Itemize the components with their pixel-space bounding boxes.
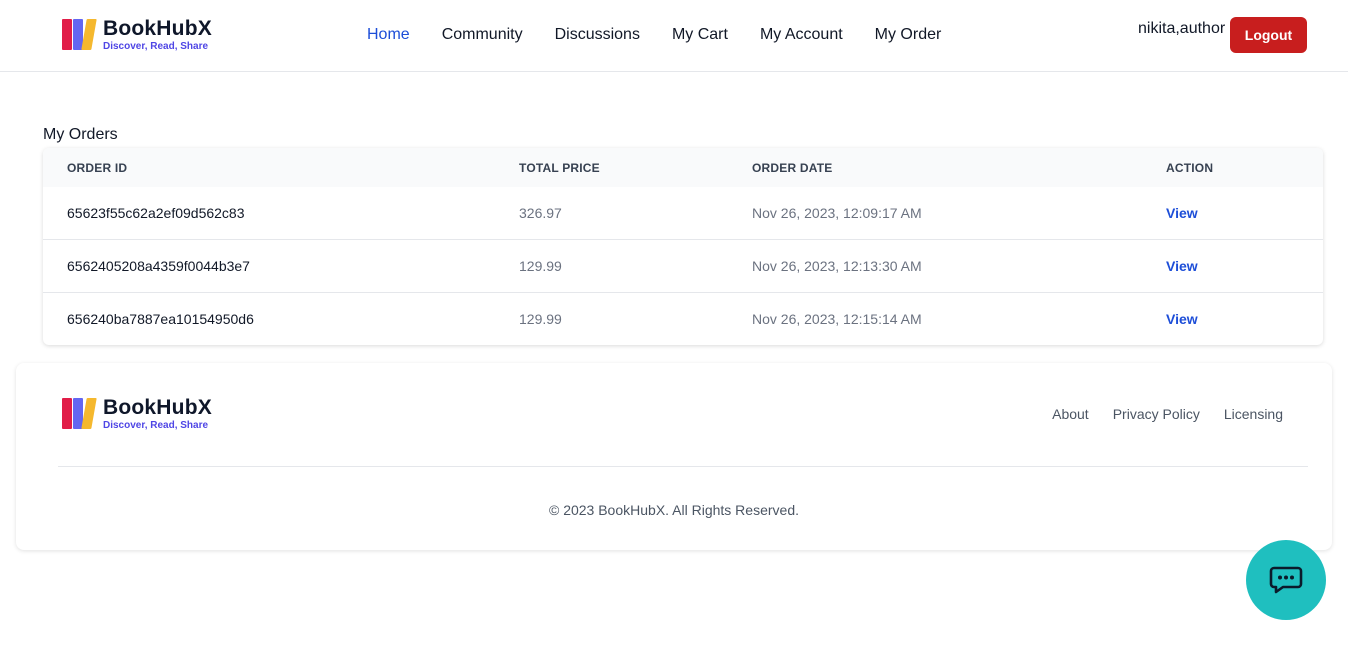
order-date: Nov 26, 2023, 12:09:17 AM <box>752 205 922 221</box>
order-total: 129.99 <box>519 258 562 274</box>
table-row: 65623f55c62a2ef09d562c83 326.97 Nov 26, … <box>43 187 1323 239</box>
column-header-action: ACTION <box>1166 161 1214 175</box>
footer-link-privacy-policy[interactable]: Privacy Policy <box>1113 406 1200 422</box>
table-row: 6562405208a4359f0044b3e7 129.99 Nov 26, … <box>43 239 1323 292</box>
order-id: 65623f55c62a2ef09d562c83 <box>67 205 245 221</box>
view-order-link[interactable]: View <box>1166 311 1198 327</box>
nav-community[interactable]: Community <box>442 24 523 46</box>
orders-table: ORDER ID TOTAL PRICE ORDER DATE ACTION 6… <box>43 148 1323 345</box>
page-title: My Orders <box>43 126 118 143</box>
footer-link-about[interactable]: About <box>1052 406 1089 422</box>
chat-button[interactable] <box>1246 540 1326 620</box>
site-footer: BookHubX Discover, Read, Share About Pri… <box>16 363 1332 550</box>
order-id: 6562405208a4359f0044b3e7 <box>67 258 250 274</box>
brand-logo[interactable]: BookHubX Discover, Read, Share <box>61 17 212 53</box>
footer-brand-tagline: Discover, Read, Share <box>103 419 209 431</box>
column-header-order-date: ORDER DATE <box>752 161 833 175</box>
nav-my-order[interactable]: My Order <box>875 24 942 46</box>
table-row: 656240ba7887ea10154950d6 129.99 Nov 26, … <box>43 292 1323 345</box>
nav-my-account[interactable]: My Account <box>760 24 843 46</box>
books-logo-icon <box>61 396 97 432</box>
order-id: 656240ba7887ea10154950d6 <box>67 311 254 327</box>
view-order-link[interactable]: View <box>1166 258 1198 274</box>
nav-home[interactable]: Home <box>367 24 410 46</box>
nav-my-cart[interactable]: My Cart <box>672 24 728 46</box>
order-date: Nov 26, 2023, 12:13:30 AM <box>752 258 922 274</box>
footer-divider <box>58 466 1308 467</box>
footer-brand-logo[interactable]: BookHubX Discover, Read, Share <box>61 396 212 432</box>
column-header-order-id: ORDER ID <box>67 161 128 175</box>
column-header-total-price: TOTAL PRICE <box>519 161 600 175</box>
nav-discussions[interactable]: Discussions <box>555 24 640 46</box>
brand-tagline: Discover, Read, Share <box>103 40 209 52</box>
site-header: BookHubX Discover, Read, Share Home Comm… <box>0 0 1348 72</box>
footer-links: About Privacy Policy Licensing <box>1052 406 1283 422</box>
footer-link-licensing[interactable]: Licensing <box>1224 406 1283 422</box>
copyright-text: © 2023 BookHubX. All Rights Reserved. <box>548 502 799 518</box>
order-total: 129.99 <box>519 311 562 327</box>
footer-brand-name: BookHubX <box>103 395 212 419</box>
chat-bubble-icon <box>1269 566 1303 594</box>
user-name: nikita,author <box>1138 20 1226 37</box>
main-nav: Home Community Discussions My Cart My Ac… <box>367 24 941 46</box>
view-order-link[interactable]: View <box>1166 205 1198 221</box>
order-total: 326.97 <box>519 205 562 221</box>
books-logo-icon <box>61 17 97 53</box>
order-date: Nov 26, 2023, 12:15:14 AM <box>752 311 922 327</box>
table-body: 65623f55c62a2ef09d562c83 326.97 Nov 26, … <box>43 187 1323 345</box>
logout-button[interactable]: Logout <box>1230 17 1307 53</box>
brand-name: BookHubX <box>103 16 212 40</box>
table-header: ORDER ID TOTAL PRICE ORDER DATE ACTION <box>43 148 1323 187</box>
